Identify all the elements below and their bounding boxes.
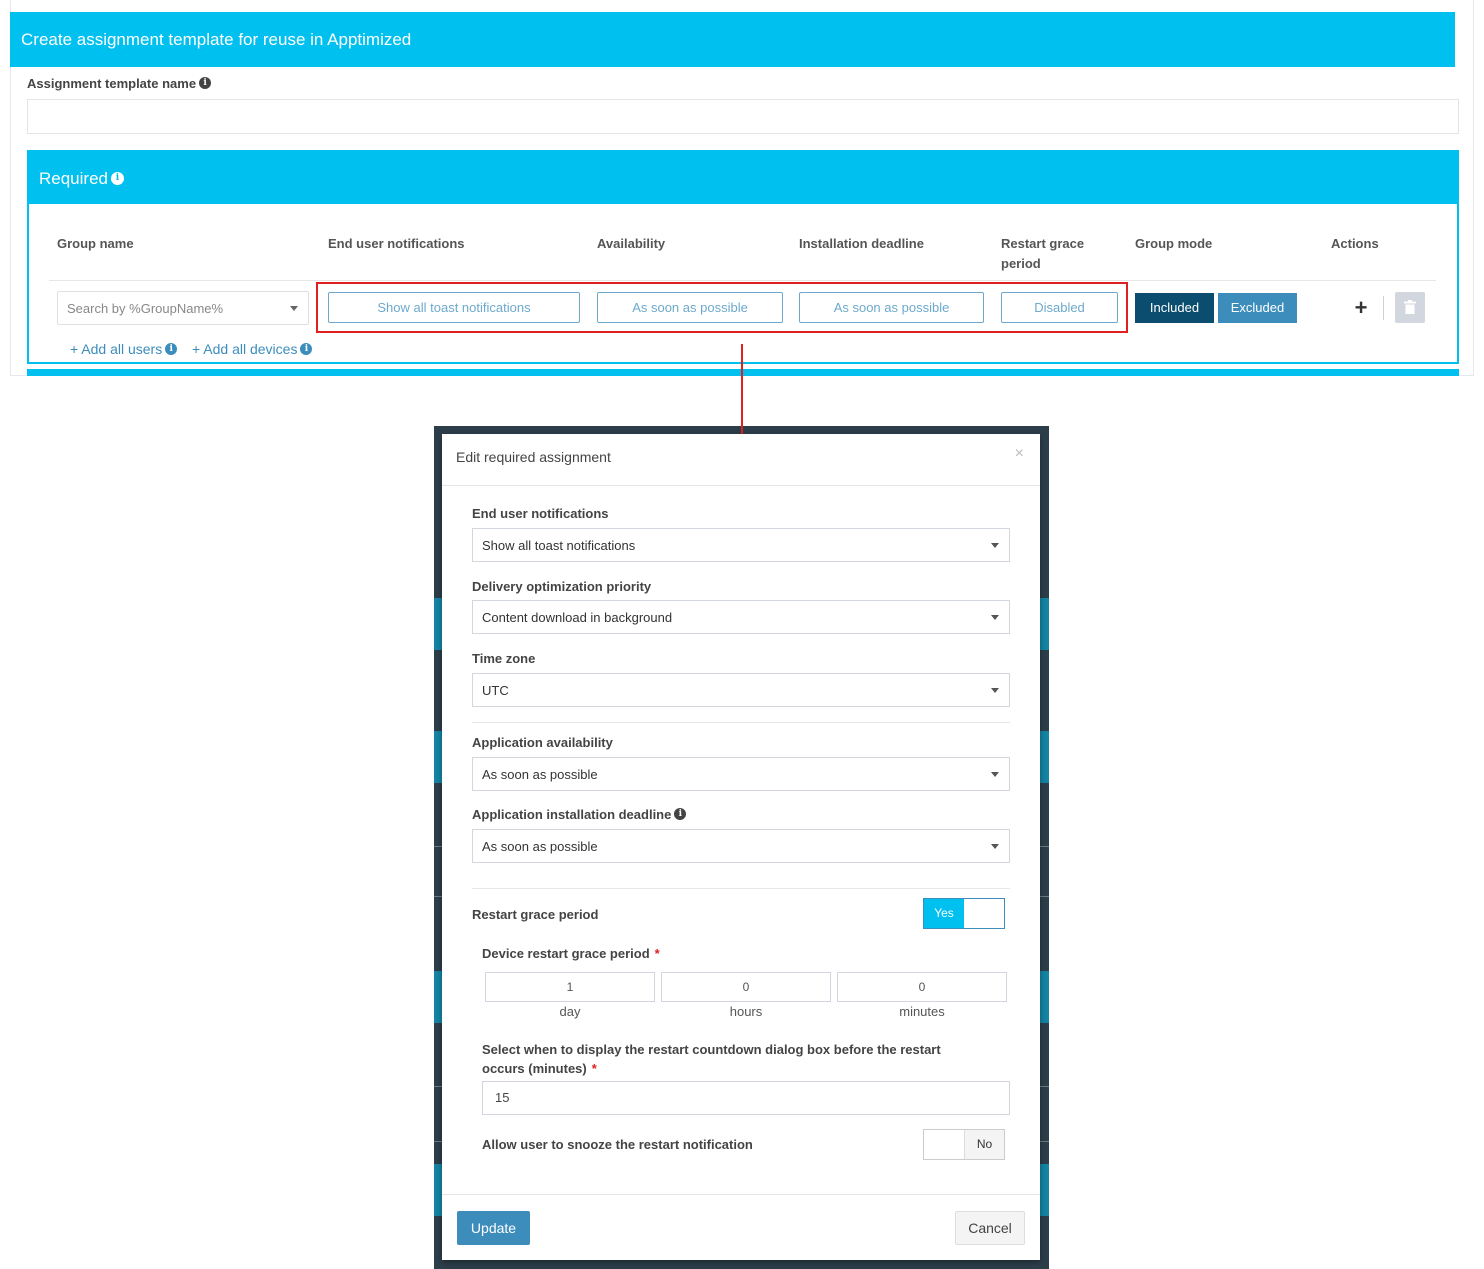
day-unit-label: day xyxy=(559,1004,581,1019)
minutes-unit-label: minutes xyxy=(899,1004,945,1019)
info-icon[interactable] xyxy=(111,172,124,185)
update-button[interactable]: Update xyxy=(457,1211,530,1245)
caret-down-icon xyxy=(991,615,999,620)
countdown-label: Select when to display the restart count… xyxy=(482,1042,941,1076)
grace-day-input[interactable]: 1 xyxy=(485,972,655,1002)
time-zone-select[interactable]: UTC xyxy=(472,673,1010,707)
page-title: Create assignment template for reuse in … xyxy=(10,12,1455,67)
countdown-minutes-input[interactable]: 15 xyxy=(482,1081,1010,1115)
column-header-group-name: Group name xyxy=(57,236,134,251)
application-availability-label: Application availability xyxy=(472,735,613,750)
grace-minutes-input[interactable]: 0 xyxy=(837,972,1007,1002)
column-header-end-user-notifications: End user notifications xyxy=(328,236,465,251)
group-mode-included-button[interactable]: Included xyxy=(1135,293,1214,323)
application-availability-select[interactable]: As soon as possible xyxy=(472,757,1010,791)
delivery-priority-label: Delivery optimization priority xyxy=(472,579,652,594)
add-all-users-link[interactable]: + Add all users xyxy=(70,340,178,358)
caret-down-icon xyxy=(991,844,999,849)
restart-grace-toggle[interactable]: Yes xyxy=(923,898,1005,929)
table-row-divider xyxy=(49,280,1436,281)
caret-down-icon xyxy=(290,306,298,311)
snooze-toggle[interactable]: No xyxy=(923,1129,1005,1160)
column-header-actions: Actions xyxy=(1331,236,1379,251)
hours-unit-label: hours xyxy=(729,1004,763,1019)
column-header-group-mode: Group mode xyxy=(1135,236,1213,251)
grace-hours-input[interactable]: 0 xyxy=(661,972,831,1002)
group-mode-excluded-button[interactable]: Excluded xyxy=(1218,293,1297,323)
cancel-button[interactable]: Cancel xyxy=(955,1211,1025,1245)
snooze-label: Allow user to snooze the restart notific… xyxy=(482,1137,753,1152)
notifications-select[interactable]: Show all toast notifications xyxy=(472,528,1010,562)
caret-down-icon xyxy=(991,772,999,777)
column-header-restart-grace-period: Restart grace period xyxy=(1001,236,1085,271)
device-restart-grace-label: Device restart grace period * xyxy=(482,946,660,961)
restart-grace-period-label: Restart grace period xyxy=(472,907,599,922)
info-icon[interactable] xyxy=(674,808,687,820)
template-name-input[interactable] xyxy=(27,99,1459,134)
info-icon xyxy=(165,343,178,355)
required-header: Required xyxy=(29,152,1457,205)
delivery-priority-select[interactable]: Content download in background xyxy=(472,600,1010,634)
notifications-label: End user notifications xyxy=(472,506,609,521)
trash-icon xyxy=(1404,300,1416,314)
add-all-devices-link[interactable]: + Add all devices xyxy=(192,340,313,358)
delete-row-button[interactable] xyxy=(1395,292,1425,323)
actions-divider xyxy=(1383,296,1384,320)
group-name-select[interactable]: Search by %GroupName% xyxy=(57,291,309,325)
caret-down-icon xyxy=(991,543,999,548)
template-name-label: Assignment template name xyxy=(27,76,212,91)
column-header-availability: Availability xyxy=(597,236,666,251)
info-icon[interactable] xyxy=(199,77,212,89)
time-zone-label: Time zone xyxy=(472,651,536,666)
info-icon xyxy=(300,343,313,355)
installation-deadline-label: Application installation deadline xyxy=(472,807,687,822)
modal-title: Edit required assignment xyxy=(456,449,611,465)
caret-down-icon xyxy=(991,688,999,693)
close-icon[interactable]: × xyxy=(1015,445,1024,463)
column-header-installation-deadline: Installation deadline xyxy=(799,236,924,251)
highlight-frame xyxy=(316,282,1128,333)
plus-icon[interactable]: + xyxy=(1352,295,1370,321)
installation-deadline-select[interactable]: As soon as possible xyxy=(472,829,1010,863)
